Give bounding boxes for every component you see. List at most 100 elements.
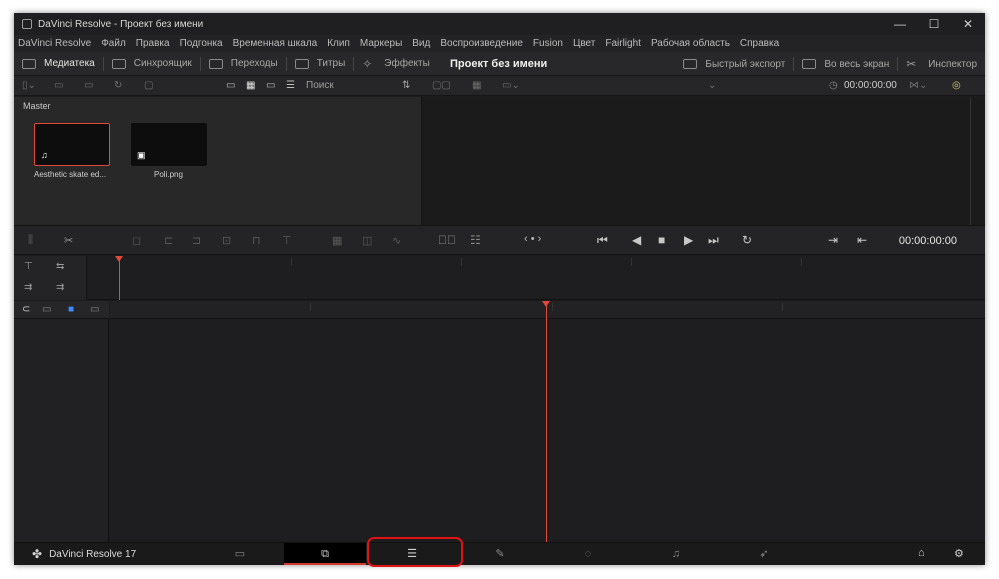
timeline-area[interactable] <box>110 301 985 542</box>
title-bar: DaVinci Resolve - Проект без имени — ☐ ✕ <box>14 13 985 35</box>
menu-file[interactable]: Файл <box>101 38 126 49</box>
titles-button[interactable]: Титры <box>287 52 354 76</box>
menu-clip[interactable]: Клип <box>327 38 350 49</box>
media-pool-button[interactable]: Медиатека <box>14 52 103 76</box>
zoom-icon[interactable]: ⋈⌄ <box>909 80 927 91</box>
fairlight-page-button[interactable]: ♫ <box>632 543 720 565</box>
menu-help[interactable]: Справка <box>740 38 779 49</box>
clip-label: Poli.png <box>154 170 183 179</box>
list-view-icon[interactable]: ▭ <box>226 80 235 91</box>
stop-icon[interactable]: ■ <box>658 233 665 247</box>
transitions-button[interactable]: Переходы <box>201 52 286 76</box>
clip-thumbnail[interactable]: ♫ <box>34 123 110 166</box>
link-icon[interactable]: ▢ <box>144 80 153 91</box>
fit-icon[interactable]: ◫ <box>362 234 372 247</box>
strip-view-icon[interactable]: ▭ <box>266 80 275 91</box>
marker-icon[interactable]: ▭ <box>90 304 99 315</box>
menu-trim[interactable]: Подгонка <box>180 38 223 49</box>
inspector-label: Инспектор <box>928 58 977 70</box>
audio-icon[interactable]: ∿ <box>392 234 401 247</box>
viewer-dropdown-icon[interactable]: ⌄ <box>708 80 716 91</box>
skip-end-icon[interactable]: ⏭ <box>708 233 719 248</box>
sort-icon[interactable]: ⇅ <box>402 80 410 91</box>
minimize-button[interactable]: — <box>883 13 917 35</box>
place-on-top-icon[interactable]: ⊓ <box>252 234 261 247</box>
maximize-button[interactable]: ☐ <box>917 13 951 35</box>
track-height-icon[interactable]: ⊤ <box>24 261 33 272</box>
play-around-icon[interactable]: ▶⃞ <box>438 233 456 247</box>
snapping-icon[interactable]: ⊂ <box>22 304 30 315</box>
viewer-layout-icon[interactable]: ▦ <box>472 80 481 91</box>
sync-icon <box>111 58 126 69</box>
menu-fusion[interactable]: Fusion <box>533 38 563 49</box>
clip-attributes-icon[interactable]: ⫼ <box>28 234 33 247</box>
brand: ✤ DaVinci Resolve 17 <box>32 547 136 561</box>
metadata-view-icon[interactable]: ☰ <box>286 80 295 91</box>
settings-gear-icon[interactable]: ⚙ <box>954 547 964 560</box>
inspector-button[interactable]: ✂ Инспектор <box>898 52 985 76</box>
loop-icon[interactable]: ↻ <box>742 233 752 247</box>
titles-icon <box>294 58 309 69</box>
flag-icon[interactable]: ■ <box>68 304 74 315</box>
edit-tool-icon[interactable]: ◻ <box>132 234 141 247</box>
menu-edit[interactable]: Правка <box>136 38 170 49</box>
mini-timeline-ruler[interactable] <box>88 256 985 300</box>
overwrite-icon[interactable]: ⊐ <box>192 234 201 247</box>
bin-icon[interactable]: ▭ <box>54 80 63 91</box>
viewer-mode-icon[interactable]: ▭⌄ <box>502 80 520 91</box>
menu-timeline[interactable]: Временная шкала <box>233 38 318 49</box>
clip-thumbnail[interactable]: ▣ <box>131 123 207 166</box>
transitions-label: Переходы <box>230 58 278 69</box>
quick-export-button[interactable]: Быстрый экспорт <box>675 52 793 76</box>
track-option-icon[interactable]: ⇉ <box>56 282 64 293</box>
folder-icon[interactable]: ▭ <box>84 80 93 91</box>
jog-icon[interactable]: ‹ • › <box>524 233 541 245</box>
linked-selection-icon[interactable]: ▭ <box>42 304 51 315</box>
layout-icon[interactable]: ▯⌄ <box>22 80 36 91</box>
viewer-option-icon[interactable]: ▢▢ <box>432 80 451 91</box>
cut-page-button[interactable]: ⧉ <box>284 543 366 565</box>
menu-view[interactable]: Вид <box>412 38 430 49</box>
menu-color[interactable]: Цвет <box>573 38 595 49</box>
search-button[interactable]: Поиск <box>306 80 334 91</box>
source-viewer[interactable] <box>423 97 985 225</box>
loop-settings-icon[interactable]: ☷ <box>470 233 481 247</box>
insert-icon[interactable]: ⊏ <box>164 234 173 247</box>
media-pool-icon <box>22 58 36 69</box>
play-icon[interactable]: ▶ <box>684 233 693 247</box>
scissors-icon[interactable]: ✂ <box>64 234 73 247</box>
sync-bin-button[interactable]: Синхроящик <box>104 52 200 76</box>
home-icon[interactable]: ⌂ <box>918 547 925 559</box>
effects-button[interactable]: ✧ Эффекты <box>354 52 437 76</box>
mark-in-icon[interactable]: ⇥ <box>828 233 838 247</box>
app-name: DaVinci Resolve 17 <box>49 548 137 560</box>
track-option-icon[interactable]: ⇉ <box>24 282 32 293</box>
deliver-page-button[interactable]: ➶ <box>720 543 808 565</box>
fullscreen-button[interactable]: Во весь экран <box>794 52 897 76</box>
mark-out-icon[interactable]: ⇤ <box>857 233 867 247</box>
timeline-toolbar: ⊂ ▭ ■ ▭ <box>14 301 109 319</box>
enhance-icon[interactable]: ◎ <box>952 80 961 91</box>
play-reverse-icon[interactable]: ◀ <box>632 233 641 247</box>
deliver-page-icon: ➶ <box>759 548 769 560</box>
zoom-track-icon[interactable]: ⇆ <box>56 261 64 272</box>
refresh-icon[interactable]: ↻ <box>114 80 122 91</box>
viewer-scrollbar[interactable] <box>970 97 971 225</box>
menu-fairlight[interactable]: Fairlight <box>605 38 641 49</box>
skip-start-icon[interactable]: ⏮ <box>597 233 608 248</box>
thumbnail-view-icon[interactable]: ▦ <box>246 80 255 91</box>
edit-page-highlight <box>367 537 463 567</box>
color-page-button[interactable]: ◌ <box>544 543 632 565</box>
menu-markers[interactable]: Маркеры <box>360 38 402 49</box>
menu-playback[interactable]: Воспроизведение <box>440 38 523 49</box>
fusion-page-button[interactable]: ✎ <box>456 543 544 565</box>
append-icon[interactable]: ⊤ <box>282 234 292 247</box>
window-controls: — ☐ ✕ <box>883 13 985 35</box>
replace-icon[interactable]: ⊡ <box>222 234 231 247</box>
ruler-tick <box>801 258 802 266</box>
menu-workspace[interactable]: Рабочая область <box>651 38 730 49</box>
menu-davinci[interactable]: DaVinci Resolve <box>18 38 91 49</box>
media-page-button[interactable]: ▭ <box>196 543 284 565</box>
close-button[interactable]: ✕ <box>951 13 985 35</box>
ripple-icon[interactable]: ▦ <box>332 234 342 247</box>
